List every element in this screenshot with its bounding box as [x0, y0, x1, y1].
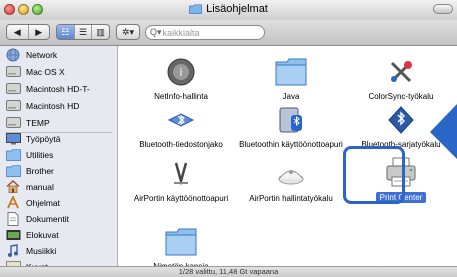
search-icon: Q▾ — [150, 27, 162, 37]
file-item-label: NetInfo-hallinta — [154, 92, 208, 101]
sidebar-item-utilities[interactable]: Utilities — [0, 146, 117, 163]
sidebar-item-manual[interactable]: manual — [0, 178, 117, 195]
status-text: 1/28 valittu, 11,48 Gt vapaana — [178, 267, 279, 276]
bluetooth-setup-icon — [273, 102, 309, 138]
sidebar-item-label: TEMP — [26, 117, 50, 128]
folder-icon — [273, 54, 309, 90]
folder-icon — [163, 224, 199, 260]
file-item-colorsync[interactable]: ColorSync-työkalu — [346, 54, 456, 101]
file-item-label: ColorSync-työkalu — [368, 92, 434, 101]
toolbar: ◀ ▶ ☷ ☰ ▥ ✲▾ Q▾ kaikkialta — [0, 20, 457, 46]
title-bar[interactable]: Lisäohjelmat — [0, 0, 457, 21]
action-button[interactable]: ✲▾ — [117, 25, 139, 39]
folder-icon — [5, 148, 21, 162]
icon-view-button[interactable]: ☷ — [57, 25, 75, 39]
sidebar-item-network[interactable]: Network — [0, 46, 117, 63]
airport-admin-icon — [273, 156, 309, 192]
action-menu: ✲▾ — [116, 24, 140, 40]
back-button[interactable]: ◀ — [7, 25, 29, 39]
file-item-label: Bluetooth-tiedostonjako — [139, 140, 223, 149]
sidebar-item-ohjelmat[interactable]: Ohjelmat — [0, 194, 117, 211]
window-title-area: Lisäohjelmat — [0, 3, 457, 17]
forward-button[interactable]: ▶ — [29, 25, 50, 39]
sidebar-item-label: Musiikki — [26, 245, 57, 256]
network-icon — [5, 48, 21, 62]
search-field[interactable]: Q▾ kaikkialta — [145, 25, 265, 40]
sidebar-item-label: Ohjelmat — [26, 197, 61, 208]
sidebar-item-label: Network — [26, 49, 58, 60]
sidebar-item-temp[interactable]: TEMP — [0, 114, 117, 131]
sidebar-item-macintosh-hd[interactable]: Macintosh HD — [0, 97, 117, 114]
sidebar-item-label: Macintosh HD — [26, 100, 80, 111]
movies-icon — [5, 228, 21, 242]
bluetooth-icon — [163, 102, 199, 138]
svg-text:i: i — [179, 66, 182, 79]
desktop-icon — [5, 132, 21, 146]
column-view-button[interactable]: ▥ — [92, 25, 109, 39]
file-item-netinfo[interactable]: i NetInfo-hallinta — [126, 54, 236, 101]
sidebar-item-macintosh-hd-t[interactable]: Macintosh HD-T- — [0, 80, 117, 97]
sidebar-item-brother[interactable]: Brother — [0, 162, 117, 179]
finder-window: Lisäohjelmat ◀ ▶ ☷ ☰ ▥ ✲▾ Q▾ kaikkialta … — [0, 0, 457, 277]
disk-icon — [5, 99, 21, 113]
sidebar-item-elokuvat[interactable]: Elokuvat — [0, 226, 117, 243]
applications-icon — [5, 196, 21, 210]
file-item-bluetooth-setup[interactable]: Bluetoothin käyttöönottoapuri — [236, 102, 346, 149]
disk-icon — [5, 65, 21, 79]
colorsync-icon — [383, 54, 419, 90]
folder-icon — [5, 164, 21, 178]
documents-icon — [5, 211, 21, 226]
sidebar-item-mac-os-x[interactable]: Mac OS X — [0, 63, 117, 80]
file-item-label: Java — [282, 92, 300, 101]
sidebar-item-label: Macintosh HD-T- — [26, 83, 90, 94]
view-buttons: ☷ ☰ ▥ — [56, 24, 110, 40]
music-icon — [5, 243, 21, 258]
file-item-label: AirPortin käyttöönottoapuri — [133, 194, 229, 203]
sidebar-item-label: Brother — [26, 165, 54, 176]
file-item-airport-admin[interactable]: AirPortin hallintatyökalu — [236, 156, 346, 203]
file-item-airport-setup[interactable]: AirPortin käyttöönottoapuri — [126, 156, 236, 203]
search-placeholder: kaikkialta — [162, 27, 200, 38]
nav-buttons: ◀ ▶ — [6, 24, 50, 40]
list-view-button[interactable]: ☰ — [75, 25, 93, 39]
window-title: Lisäohjelmat — [206, 3, 268, 15]
sidebar-item-dokumentit[interactable]: Dokumentit — [0, 210, 117, 227]
home-icon — [5, 180, 21, 194]
file-item-bluetooth-file-exchange[interactable]: Bluetooth-tiedostonjako — [126, 102, 236, 149]
disk-icon — [5, 82, 21, 96]
sidebar-item-tyopoyta[interactable]: Työpöytä — [0, 130, 117, 147]
file-view: i NetInfo-hallinta Java ColorSync-työkal… — [118, 46, 457, 271]
airport-setup-icon — [163, 156, 199, 192]
sidebar-item-label: Utilities — [26, 149, 54, 160]
file-item-label: Bluetoothin käyttöönottoapuri — [239, 140, 343, 149]
sidebar-item-label: Työpöytä — [26, 133, 61, 144]
folder-icon — [189, 4, 202, 14]
pointer-arrow-icon — [430, 104, 457, 159]
sidebar-item-musiikki[interactable]: Musiikki — [0, 242, 117, 259]
sidebar-item-label: Dokumentit — [26, 213, 69, 224]
sidebar: Network Mac OS X Macintosh HD-T- Macinto… — [0, 46, 118, 273]
disk-icon — [5, 116, 21, 130]
file-item-java[interactable]: Java — [236, 54, 346, 101]
toolbar-toggle-button[interactable] — [433, 4, 453, 14]
selection-highlight — [343, 146, 405, 204]
sidebar-item-label: Elokuvat — [26, 229, 59, 240]
file-item-untitled-folder[interactable]: Nimetön kansio — [126, 224, 236, 271]
netinfo-icon: i — [163, 54, 199, 90]
status-bar: 1/28 valittu, 11,48 Gt vapaana — [0, 266, 457, 277]
sidebar-item-label: manual — [26, 181, 54, 192]
bluetooth-serial-icon — [383, 102, 419, 138]
sidebar-item-label: Mac OS X — [26, 66, 65, 77]
file-item-label: AirPortin hallintatyökalu — [249, 194, 333, 203]
